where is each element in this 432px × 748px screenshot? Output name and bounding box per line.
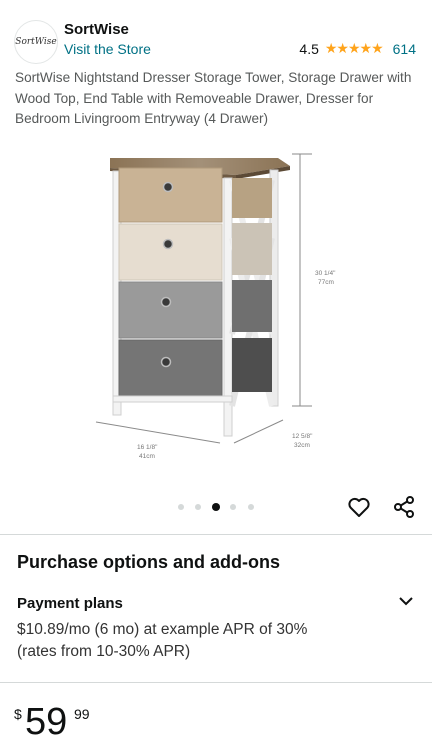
height-cm-label: 77cm — [318, 279, 334, 286]
payment-plans-label[interactable]: Payment plans — [17, 595, 123, 612]
depth-in-label: 12 5/8" — [292, 433, 313, 440]
star-rating-icon: ★★★★★ — [324, 40, 384, 56]
product-image[interactable]: 30 1/4" 77cm 16 1/8" 41cm 12 5/8" 32cm — [0, 138, 432, 478]
section-divider — [0, 682, 432, 683]
brand-name[interactable]: SortWise — [64, 21, 129, 38]
carousel-dot[interactable] — [178, 504, 184, 510]
price-fraction: 99 — [74, 706, 90, 722]
width-in-label: 16 1/8" — [137, 444, 158, 451]
section-divider — [0, 534, 432, 535]
share-icon — [394, 496, 414, 518]
product-title: SortWise Nightstand Dresser Storage Towe… — [15, 70, 412, 126]
chevron-down-icon — [399, 597, 413, 606]
payment-plan-terms: $10.89/mo (6 mo) at example APR of 30% — [17, 621, 308, 638]
depth-cm-label: 32cm — [294, 442, 310, 449]
rating-count[interactable]: 614 — [393, 41, 416, 57]
store-header: SortWise SortWise Visit the Store 4.5 ★★… — [0, 0, 432, 64]
share-button[interactable] — [391, 494, 417, 520]
heart-icon — [348, 497, 370, 517]
purchase-options-heading: Purchase options and add-ons — [17, 552, 281, 572]
price-whole: 59 — [25, 701, 68, 743]
brand-logo-text: SortWise — [15, 37, 57, 47]
price-symbol: $ — [14, 706, 22, 722]
width-cm-label: 41cm — [139, 453, 155, 460]
payment-plans-expand[interactable] — [397, 592, 415, 610]
rating-summary[interactable]: 4.5 ★★★★★ 614 — [299, 40, 416, 57]
add-to-list-button[interactable] — [346, 494, 372, 520]
carousel-dot-active[interactable] — [212, 503, 220, 511]
rating-value: 4.5 — [299, 40, 319, 57]
carousel-dot[interactable] — [195, 504, 201, 510]
payment-plan-rates: (rates from 10-30% APR) — [17, 643, 191, 660]
height-in-label: 30 1/4" — [315, 270, 336, 277]
carousel-dot[interactable] — [230, 504, 236, 510]
carousel-dot[interactable] — [248, 504, 254, 510]
brand-logo[interactable]: SortWise — [14, 20, 58, 64]
visit-store-link[interactable]: Visit the Store — [64, 41, 151, 57]
